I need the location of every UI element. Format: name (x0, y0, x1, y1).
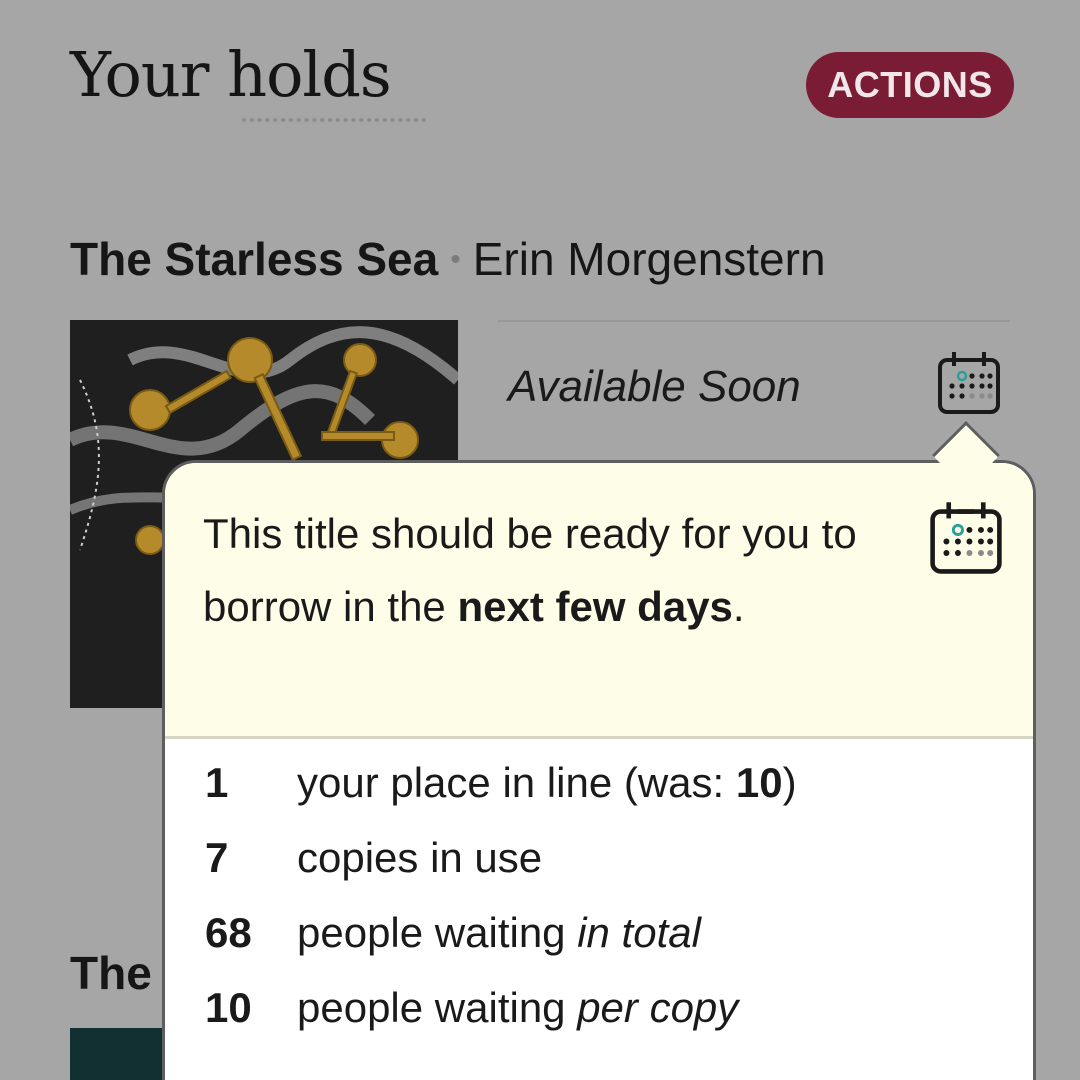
stat-per-copy-waiting: 10 people waiting per copy (205, 984, 797, 1059)
stat-label: copies in use (297, 834, 543, 881)
holds-page: Your holds ACTIONS The Starless Sea • Erin… (0, 0, 1080, 1080)
calendar-icon[interactable] (936, 350, 1002, 416)
book-title: The Starless Sea (70, 233, 439, 285)
availability-message: This title should be ready for you to bo… (203, 497, 903, 643)
separator-dot: • (450, 243, 461, 276)
stat-label-text: people waiting (297, 984, 578, 1031)
stat-place-in-line: 1 your place in line (was: 10) (205, 759, 797, 834)
message-emphasis: next few days (457, 583, 733, 630)
book-author: Erin Morgenstern (472, 233, 826, 285)
stat-label-italic: per copy (577, 984, 739, 1031)
stat-value: 7 (205, 834, 229, 881)
stat-label-italic: in total (577, 909, 701, 956)
stat-value: 1 (205, 759, 229, 806)
availability-status[interactable]: Available Soon (508, 362, 801, 412)
stat-label: people waiting per copy (297, 984, 738, 1032)
stat-label: your place in line (was: 10) (297, 759, 797, 807)
popover-calendar-icon (930, 502, 1002, 574)
stat-label-bold: 10 (735, 759, 783, 806)
message-end: . (732, 583, 745, 630)
hold-details-popover: This title should be ready for you to bo… (162, 460, 1036, 1080)
actions-button[interactable]: ACTIONS (806, 52, 1014, 118)
stat-value: 68 (205, 909, 252, 956)
hold-title-row[interactable]: The Starless Sea • Erin Morgenstern (70, 232, 826, 286)
title-underline (242, 118, 426, 122)
stat-label-text: people waiting (297, 909, 578, 956)
stat-value: 10 (205, 984, 252, 1031)
stat-label: people waiting in total (297, 909, 701, 957)
hold-stats: 1 your place in line (was: 10) 7 copies … (205, 759, 797, 1059)
stat-label-end: ) (782, 759, 797, 806)
stat-total-waiting: 68 people waiting in total (205, 909, 797, 984)
popover-summary: This title should be ready for you to bo… (165, 463, 1033, 739)
status-divider (498, 320, 1010, 322)
stat-copies-in-use: 7 copies in use (205, 834, 797, 909)
stat-label-text: your place in line (was: (297, 759, 736, 806)
page-title: Your holds (70, 38, 392, 111)
next-hold-title[interactable]: The (70, 946, 152, 1000)
